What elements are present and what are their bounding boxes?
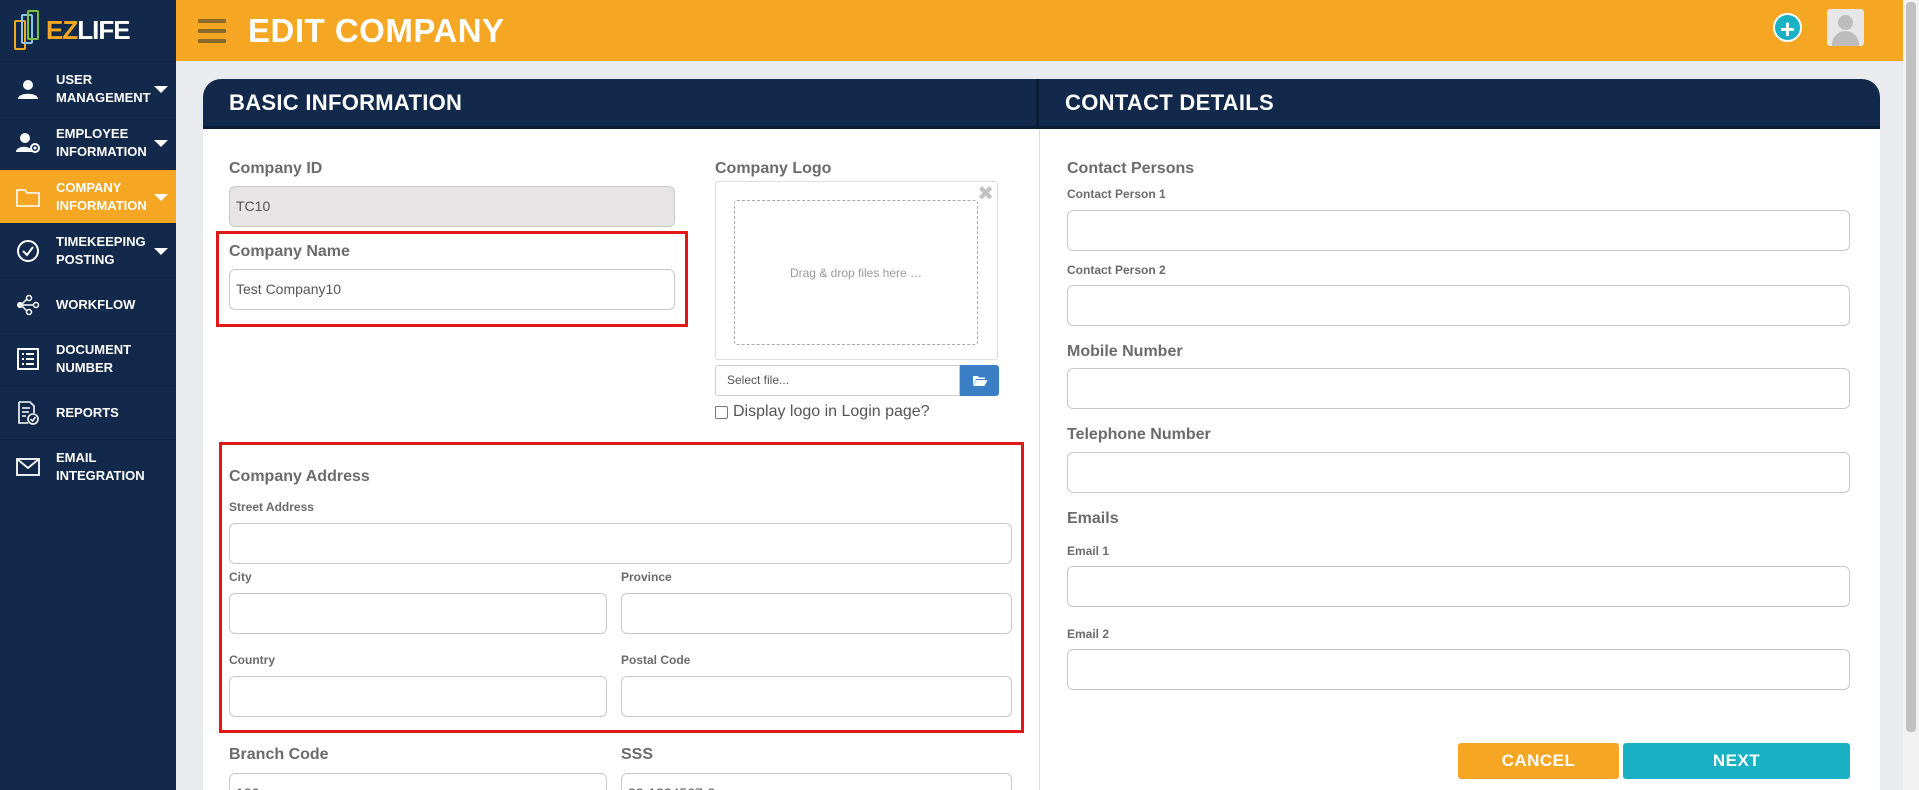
- sidebar-item-label: TIMEKEEPING POSTING: [56, 233, 146, 267]
- sidebar-item-label: USER MANAGEMENT: [56, 71, 151, 105]
- contact-person-1-field[interactable]: [1067, 210, 1850, 251]
- company-id-label: Company ID: [229, 160, 323, 177]
- logo-text: EZLIFE: [46, 15, 131, 45]
- contact-person-1-label: Contact Person 1: [1067, 187, 1166, 201]
- basic-information-title: BASIC INFORMATION: [203, 79, 1039, 126]
- email-1-field[interactable]: [1067, 566, 1850, 607]
- email-1-label: Email 1: [1067, 544, 1110, 558]
- sidebar-item-reports[interactable]: REPORTS: [0, 385, 176, 439]
- display-logo-checkbox-row[interactable]: Display logo in Login page?: [715, 403, 930, 421]
- workflow-icon: [16, 293, 40, 317]
- scrollbar-thumb[interactable]: [1906, 2, 1916, 732]
- report-icon: [16, 400, 40, 425]
- sss-field[interactable]: 33-1234567-8: [621, 773, 1012, 790]
- postal-code-label: Postal Code: [621, 653, 691, 667]
- contact-details-title: CONTACT DETAILS: [1065, 89, 1274, 115]
- company-address-label: Company Address: [229, 468, 370, 485]
- drop-text: Drag & drop files here …: [734, 200, 978, 345]
- company-name-label: Company Name: [229, 243, 350, 260]
- sss-label: SSS: [621, 746, 654, 763]
- chevron-down-icon: [154, 194, 168, 201]
- browse-button[interactable]: [960, 365, 999, 396]
- sidebar-item-label: DOCUMENT NUMBER: [56, 341, 132, 375]
- sidebar: EZLIFE USER MANAGEMENT EMPLOYEE INFORMAT…: [0, 0, 176, 790]
- mobile-number-field[interactable]: [1067, 368, 1850, 409]
- column-divider: [1039, 129, 1040, 790]
- sidebar-item-employee-information[interactable]: EMPLOYEE INFORMATION: [0, 115, 176, 169]
- email-2-field[interactable]: [1067, 649, 1850, 690]
- menu-toggle-icon[interactable]: [198, 18, 226, 43]
- close-icon[interactable]: ✖: [977, 181, 994, 206]
- company-id-field: TC10: [229, 186, 675, 227]
- mobile-number-label: Mobile Number: [1067, 343, 1183, 360]
- telephone-number-label: Telephone Number: [1067, 426, 1211, 443]
- company-logo-label: Company Logo: [715, 160, 832, 177]
- add-icon[interactable]: +: [1773, 13, 1802, 43]
- logo-mark-icon: [12, 9, 42, 52]
- country-label: Country: [229, 653, 275, 667]
- contact-persons-label: Contact Persons: [1067, 160, 1195, 177]
- sidebar-item-timekeeping-posting[interactable]: TIMEKEEPING POSTING: [0, 223, 176, 277]
- sidebar-item-label: WORKFLOW: [56, 296, 136, 312]
- card-header: BASIC INFORMATION CONTACT DETAILS: [203, 79, 1880, 129]
- envelope-icon: [16, 455, 40, 479]
- sidebar-item-workflow[interactable]: WORKFLOW: [0, 277, 176, 331]
- contact-person-2-label: Contact Person 2: [1067, 263, 1166, 277]
- user-icon: [16, 77, 40, 101]
- folder-open-icon: [972, 375, 987, 386]
- telephone-number-field[interactable]: [1067, 452, 1850, 493]
- page-scrollbar[interactable]: [1903, 0, 1919, 790]
- edit-company-form: BASIC INFORMATION CONTACT DETAILS Compan…: [203, 79, 1880, 790]
- employee-gear-icon: [16, 131, 40, 155]
- chevron-down-icon: [154, 86, 168, 93]
- email-2-label: Email 2: [1067, 627, 1110, 641]
- sidebar-item-company-information[interactable]: COMPANY INFORMATION: [0, 169, 176, 223]
- sidebar-item-user-management[interactable]: USER MANAGEMENT: [0, 61, 176, 115]
- page-title: EDIT COMPANY: [248, 11, 505, 49]
- next-button[interactable]: NEXT: [1623, 743, 1850, 779]
- province-field[interactable]: [621, 593, 1012, 634]
- company-name-field[interactable]: Test Company10: [229, 269, 675, 310]
- avatar[interactable]: [1827, 9, 1864, 46]
- cancel-button[interactable]: CANCEL: [1458, 743, 1619, 779]
- logo-dropzone[interactable]: Drag & drop files here … ✖: [715, 181, 998, 360]
- app-logo[interactable]: EZLIFE: [0, 0, 176, 61]
- select-file-input[interactable]: Select file...: [715, 365, 960, 396]
- branch-code-label: Branch Code: [229, 746, 329, 763]
- emails-label: Emails: [1067, 510, 1119, 527]
- contact-person-2-field[interactable]: [1067, 285, 1850, 326]
- display-logo-label: Display logo in Login page?: [733, 403, 930, 420]
- sidebar-item-email-integration[interactable]: EMAIL INTEGRATION: [0, 439, 176, 493]
- province-label: Province: [621, 570, 672, 584]
- city-label: City: [229, 570, 252, 584]
- top-bar: EDIT COMPANY +: [176, 0, 1903, 61]
- check-circle-icon: [16, 239, 40, 263]
- sidebar-item-label: REPORTS: [56, 404, 119, 420]
- folder-icon: [16, 185, 40, 209]
- street-address-label: Street Address: [229, 500, 314, 514]
- postal-code-field[interactable]: [621, 676, 1012, 717]
- sidebar-item-label: COMPANY INFORMATION: [56, 179, 147, 213]
- sidebar-item-label: EMPLOYEE INFORMATION: [56, 125, 147, 159]
- branch-code-field[interactable]: 100: [229, 773, 607, 790]
- sidebar-item-label: EMAIL INTEGRATION: [56, 449, 145, 483]
- sidebar-item-document-number[interactable]: DOCUMENT NUMBER: [0, 331, 176, 385]
- chevron-down-icon: [154, 248, 168, 255]
- display-logo-checkbox[interactable]: [715, 405, 728, 419]
- street-address-field[interactable]: [229, 523, 1012, 564]
- city-field[interactable]: [229, 593, 607, 634]
- country-field[interactable]: [229, 676, 607, 717]
- chevron-down-icon: [154, 140, 168, 147]
- list-icon: [16, 347, 40, 371]
